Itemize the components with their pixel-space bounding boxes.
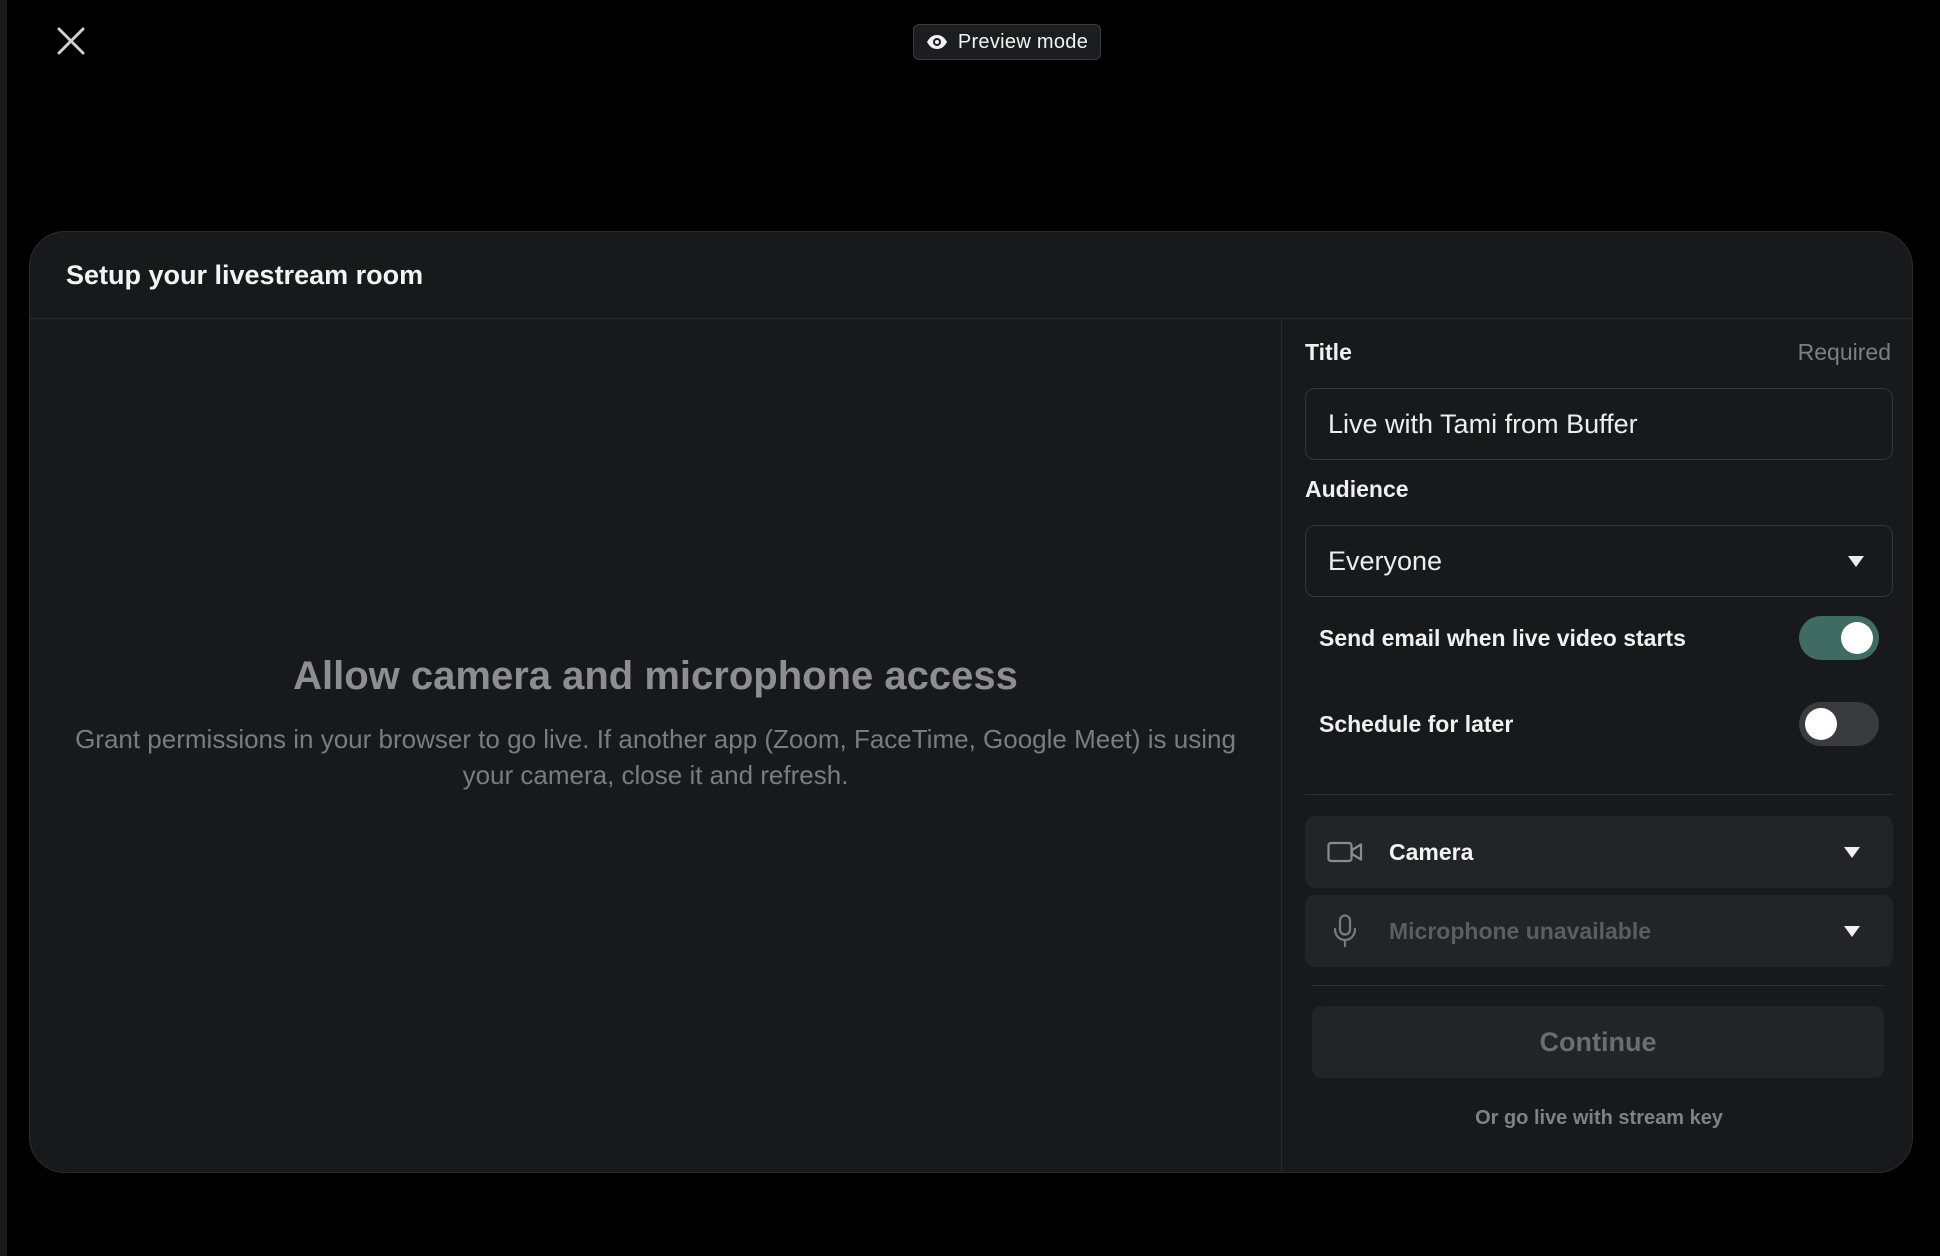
permission-description: Grant permissions in your browser to go … — [75, 724, 1236, 790]
schedule-toggle[interactable] — [1799, 702, 1879, 746]
email-toggle-label: Send email when live video starts — [1319, 624, 1686, 651]
camera-label: Camera — [1389, 838, 1474, 865]
livestream-setup-modal: Setup your livestream room Allow camera … — [29, 231, 1913, 1173]
window-left-edge — [0, 0, 7, 1256]
stream-key-link[interactable]: Or go live with stream key — [1305, 1107, 1893, 1130]
toggle-knob — [1805, 708, 1837, 740]
preview-mode-label: Preview mode — [957, 30, 1089, 53]
title-input[interactable] — [1305, 388, 1893, 460]
chevron-down-icon — [1848, 555, 1864, 567]
chevron-down-icon — [1844, 846, 1860, 858]
chevron-down-icon — [1844, 925, 1860, 937]
schedule-toggle-row: Schedule for later — [1319, 702, 1879, 746]
microphone-select[interactable]: Microphone unavailable — [1305, 895, 1893, 967]
audience-select[interactable]: Everyone — [1305, 525, 1893, 597]
camera-preview-pane: Allow camera and microphone access Grant… — [30, 319, 1282, 1172]
section-divider — [1305, 794, 1893, 795]
schedule-toggle-label: Schedule for later — [1319, 710, 1514, 737]
required-hint: Required — [1797, 339, 1891, 365]
email-toggle-row: Send email when live video starts — [1319, 616, 1879, 660]
section-divider — [1312, 985, 1884, 986]
continue-button[interactable]: Continue — [1312, 1006, 1884, 1078]
permission-title: Allow camera and microphone access — [293, 654, 1018, 698]
settings-pane: Title Required Audience Everyone Send em… — [1283, 319, 1912, 1172]
camera-select[interactable]: Camera — [1305, 816, 1893, 888]
toggle-knob — [1841, 622, 1873, 654]
close-icon — [57, 27, 85, 55]
preview-mode-badge: Preview mode — [913, 24, 1101, 60]
audience-value: Everyone — [1328, 545, 1443, 576]
microphone-icon — [1325, 911, 1365, 951]
audience-label-row: Audience — [1305, 476, 1891, 503]
microphone-label: Microphone unavailable — [1389, 917, 1651, 944]
close-button[interactable] — [52, 22, 90, 60]
modal-title: Setup your livestream room — [30, 232, 1912, 319]
title-label: Title — [1305, 339, 1352, 365]
audience-label: Audience — [1305, 476, 1409, 502]
title-label-row: Title Required — [1305, 339, 1891, 366]
video-camera-icon — [1325, 832, 1365, 872]
eye-icon — [926, 35, 947, 49]
email-toggle[interactable] — [1799, 616, 1879, 660]
